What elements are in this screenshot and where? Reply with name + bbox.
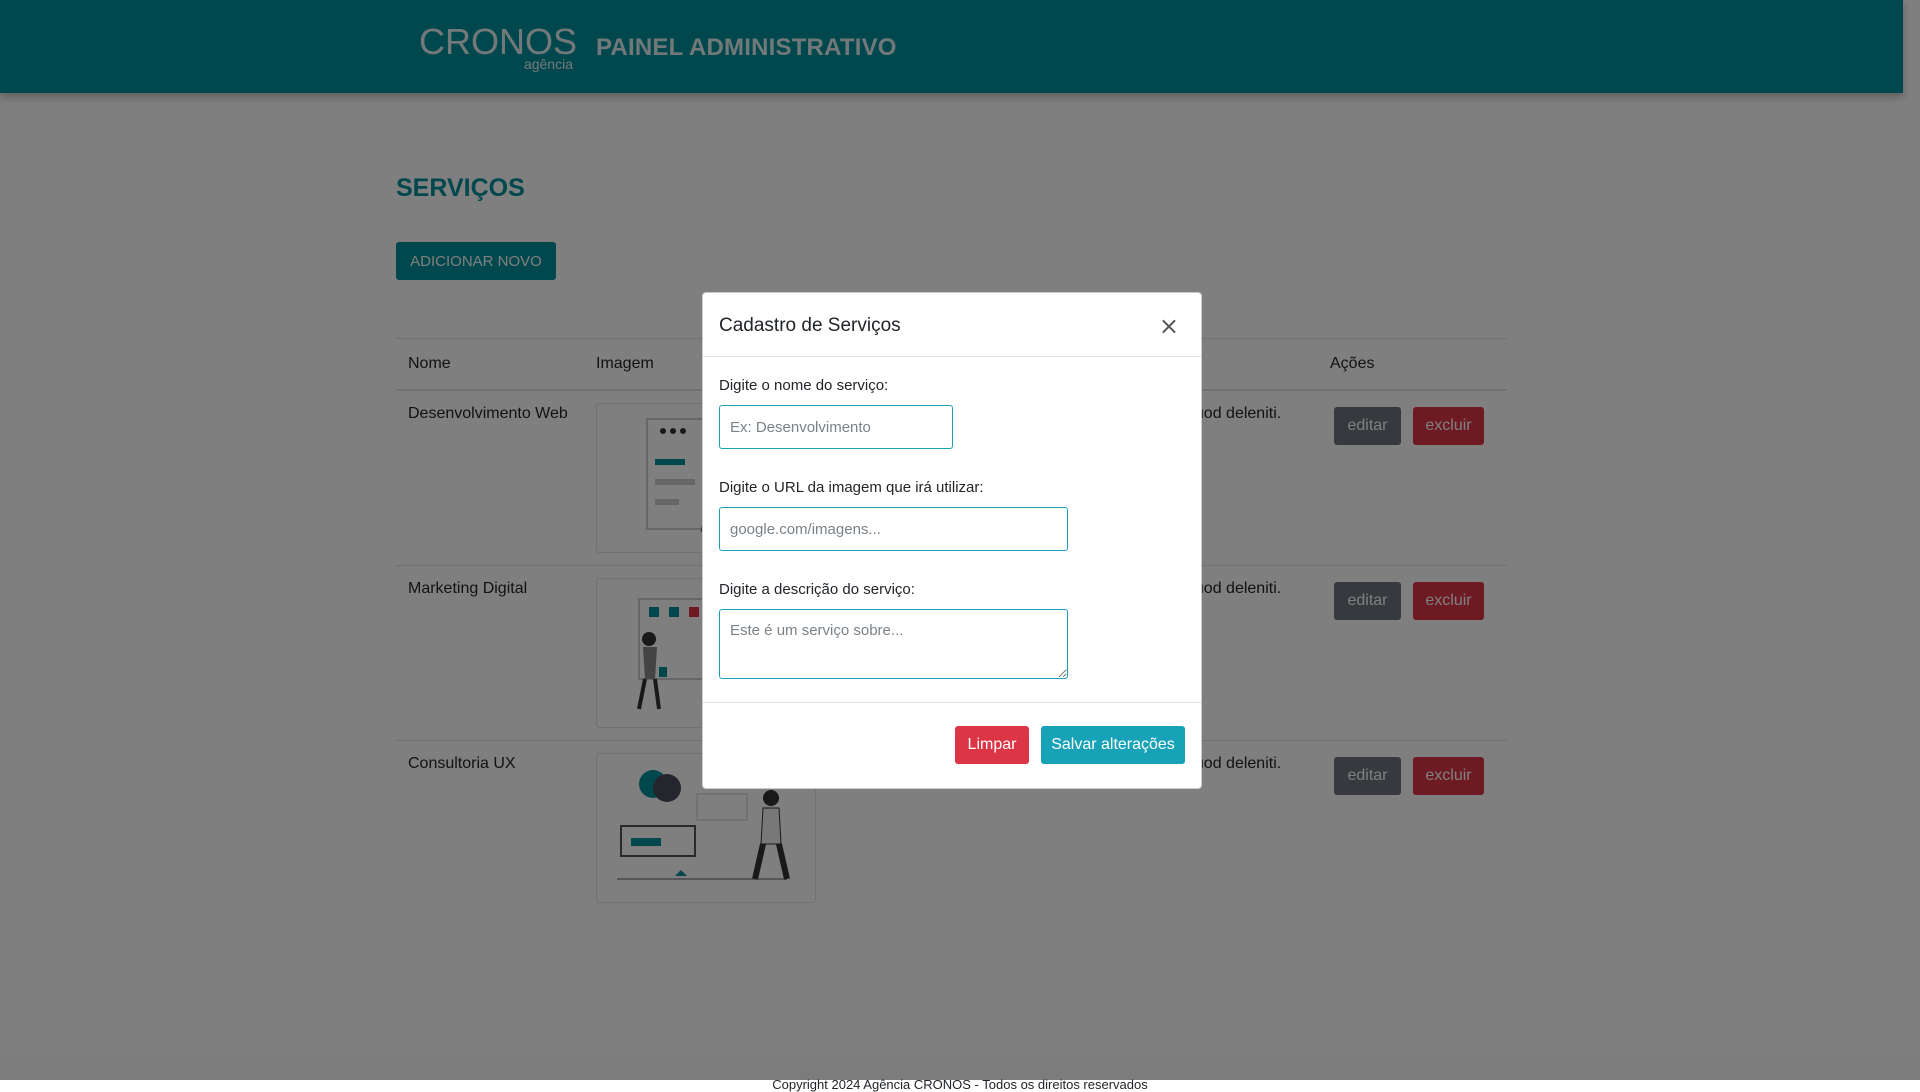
image-url-label: Digite o URL da imagem que irá utilizar:: [719, 479, 984, 496]
close-icon[interactable]: ×: [1153, 311, 1185, 341]
clear-button[interactable]: Limpar: [955, 726, 1029, 764]
service-registration-modal: Cadastro de Serviços × Digite o nome do …: [702, 292, 1202, 789]
service-name-input[interactable]: [719, 405, 953, 449]
description-label: Digite a descrição do serviço:: [719, 581, 915, 598]
modal-title: Cadastro de Serviços: [719, 315, 901, 336]
modal-header: Cadastro de Serviços ×: [703, 293, 1201, 357]
service-name-label: Digite o nome do serviço:: [719, 377, 889, 394]
image-url-input[interactable]: [719, 507, 1068, 551]
save-changes-button[interactable]: Salvar alterações: [1041, 726, 1185, 764]
modal-body: Digite o nome do serviço: Digite o URL d…: [703, 357, 1201, 703]
description-textarea[interactable]: [719, 609, 1068, 679]
